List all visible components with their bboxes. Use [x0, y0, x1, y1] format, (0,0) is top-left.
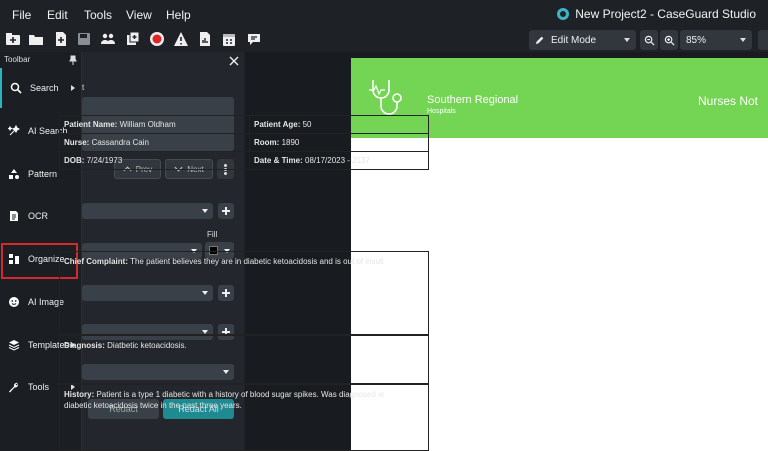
- chat-icon[interactable]: [245, 30, 263, 48]
- room-cell: Room: 1890: [249, 133, 429, 152]
- save-icon[interactable]: [75, 30, 93, 48]
- org-subtitle: Hospitals: [427, 108, 456, 115]
- warning-icon[interactable]: [172, 30, 190, 48]
- app-logo-icon: [557, 8, 570, 20]
- copy-add-icon[interactable]: [124, 30, 142, 48]
- chevron-down-icon: [624, 38, 630, 42]
- ai-search-icon: [8, 125, 20, 137]
- zoom-value: 85%: [686, 34, 707, 46]
- toolbar-item-label: Tools: [28, 382, 50, 392]
- org-name: Southern Regional: [427, 94, 519, 106]
- pencil-icon: [535, 36, 544, 45]
- patient-info-table: Patient Name: William Oldham Patient Age…: [59, 115, 429, 170]
- app-title: New Project2 - CaseGuard Studio: [557, 7, 756, 21]
- report-icon[interactable]: [196, 30, 214, 48]
- menu-view[interactable]: View: [126, 8, 152, 22]
- menu-help[interactable]: Help: [166, 8, 191, 22]
- menu-tools[interactable]: Tools: [84, 8, 112, 22]
- chief-complaint-section: Chief Complaint: The patient believes th…: [59, 251, 429, 335]
- edit-mode-select[interactable]: Edit Mode: [529, 30, 636, 50]
- add-file-icon[interactable]: [52, 30, 70, 48]
- document-title: Nurses Not: [698, 94, 759, 108]
- pin-icon[interactable]: [69, 55, 77, 65]
- ai-image-icon: [8, 296, 20, 308]
- zoom-in-icon: [664, 35, 675, 46]
- toolbar-item-search[interactable]: Search: [0, 68, 80, 108]
- zoom-out-icon: [644, 35, 655, 46]
- wrench-icon: [8, 381, 20, 393]
- menu-edit[interactable]: Edit: [47, 8, 68, 22]
- app-title-text: New Project2 - CaseGuard Studio: [575, 7, 756, 21]
- dob-cell: DOB: 7/24/1973: [59, 151, 250, 170]
- toolbar-item-label: Pattern: [28, 169, 58, 179]
- patient-age-cell: Patient Age: 50: [249, 115, 429, 134]
- templates-icon: [8, 339, 20, 351]
- menu-bar: File Edit Tools View Help New Project2 -…: [0, 0, 768, 28]
- datetime-cell: Date & Time: 08/17/2023 - 2137: [249, 151, 429, 170]
- zoom-select[interactable]: 85%: [680, 30, 752, 50]
- ocr-icon: [8, 210, 20, 222]
- record-icon[interactable]: [148, 30, 166, 48]
- stethoscope-icon: [369, 80, 402, 115]
- patient-name-cell: Patient Name: William Oldham: [59, 115, 250, 134]
- search-icon: [10, 82, 22, 94]
- zoom-in-button[interactable]: [660, 30, 678, 50]
- diagnosis-section: Diagnosis: Diatbetic ketoacidosis.: [59, 335, 429, 384]
- add-button-1[interactable]: [218, 203, 234, 219]
- open-folder-icon[interactable]: [27, 30, 45, 48]
- toolbar-item-label: OCR: [28, 211, 48, 221]
- close-icon[interactable]: [229, 56, 239, 66]
- menu-file[interactable]: File: [12, 8, 31, 22]
- people-icon[interactable]: [99, 30, 117, 48]
- zoom-out-button[interactable]: [640, 30, 658, 50]
- overflow-button[interactable]: [758, 30, 768, 50]
- toolbar-item-label: Search: [30, 83, 59, 93]
- search-panel-label: t: [82, 83, 85, 92]
- chevron-right-icon: [71, 85, 75, 91]
- dropdown-1[interactable]: [82, 203, 213, 219]
- nurse-cell: Nurse: Cassandra Cain: [59, 133, 250, 152]
- edit-mode-label: Edit Mode: [551, 34, 597, 46]
- pattern-icon: [8, 168, 20, 180]
- new-project-icon[interactable]: [4, 30, 22, 48]
- history-section: History: Patient is a type 1 diabetic wi…: [59, 384, 429, 451]
- chevron-down-icon: [740, 38, 746, 42]
- fill-label: Fill: [207, 230, 218, 239]
- calendar-icon[interactable]: [220, 30, 238, 48]
- toolbar-item-ocr[interactable]: OCR: [0, 196, 80, 236]
